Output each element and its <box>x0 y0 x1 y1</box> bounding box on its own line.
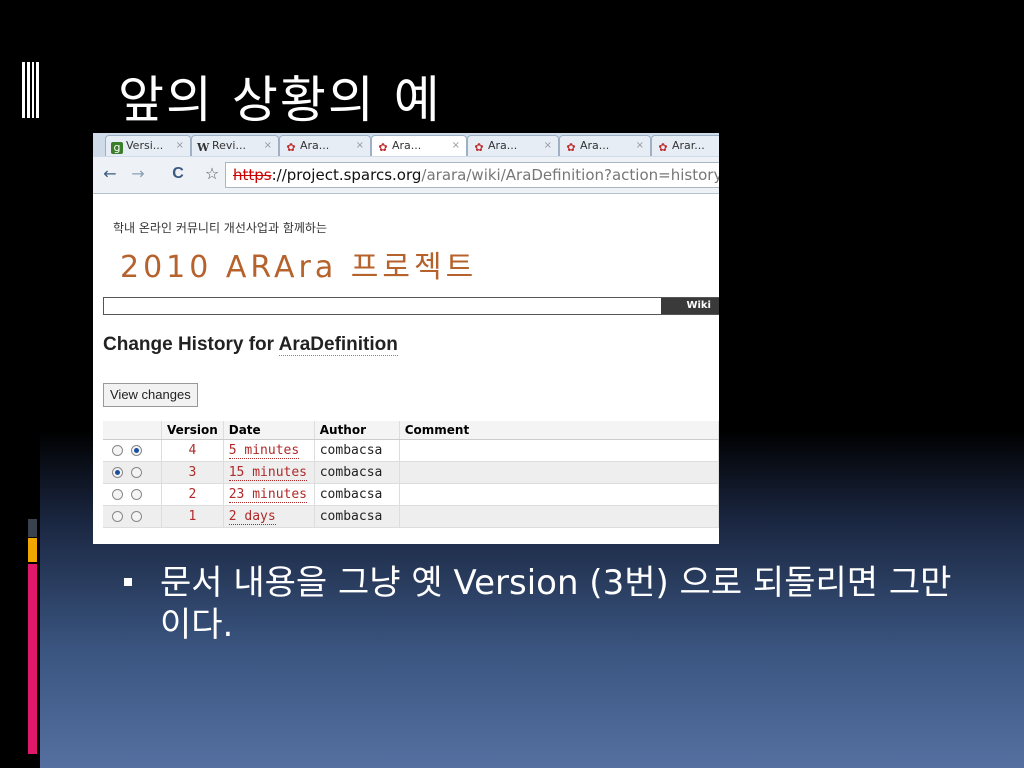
new-radio[interactable] <box>131 511 142 522</box>
author-cell: combacsa <box>314 483 400 506</box>
page-heading: Change History for AraDefinition <box>103 334 398 356</box>
browser-toolbar: ← → C ☆ https://project.sparcs.org/arara… <box>93 157 719 194</box>
slide: 앞의 상황의 예 g Versi... × W Revi... × ✿ Ara... × ✿… <box>0 0 1024 768</box>
web-page: 학내 온라인 커뮤니티 개선사업과 함께하는 2010 ARAra 프로젝트 W… <box>93 194 719 544</box>
close-icon[interactable]: × <box>176 136 184 156</box>
close-icon[interactable]: × <box>452 136 460 156</box>
radio-cell <box>103 439 162 462</box>
close-icon[interactable]: × <box>636 136 644 156</box>
heading-prefix: Change History for <box>103 334 279 355</box>
new-radio[interactable] <box>131 489 142 500</box>
comment-cell <box>399 439 719 462</box>
date-cell: 23 minutes <box>223 483 315 506</box>
site-tagline: 학내 온라인 커뮤니티 개선사업과 함께하는 <box>113 221 327 235</box>
date-link[interactable]: 2 days <box>228 509 276 525</box>
forward-button[interactable]: → <box>127 163 149 185</box>
close-icon[interactable]: × <box>264 136 272 156</box>
url-host: ://project.sparcs.org <box>271 166 422 184</box>
page-link[interactable]: AraDefinition <box>278 334 398 356</box>
accent-block-pink <box>28 564 37 754</box>
tab-label: Arar... <box>672 139 705 152</box>
comment-cell <box>399 461 719 484</box>
column-header: Version <box>161 421 224 440</box>
paw-icon: ✿ <box>474 141 484 154</box>
date-cell: 2 days <box>223 505 315 528</box>
date-cell: 15 minutes <box>223 461 315 484</box>
close-icon[interactable]: × <box>356 136 364 156</box>
bullet-text: 문서 내용을 그냥 옛 Version (3번) 으로 되돌리면 그만이다. <box>160 563 952 645</box>
browser-tab[interactable]: W Revi... × <box>191 135 279 156</box>
star-icon[interactable]: ☆ <box>201 163 223 185</box>
date-link[interactable]: 23 minutes <box>228 487 308 503</box>
wikipedia-icon: W <box>197 141 210 154</box>
decorative-stripes <box>22 62 44 118</box>
browser-tab[interactable]: ✿ Ara... × <box>279 135 371 156</box>
browser-tab[interactable]: ✿ Arar... <box>651 135 719 156</box>
browser-tab[interactable]: ✿ Ara... × <box>467 135 559 156</box>
date-cell: 5 minutes <box>223 439 315 462</box>
browser-screenshot: g Versi... × W Revi... × ✿ Ara... × ✿ Ara... × ✿… <box>93 133 719 544</box>
tab-label: Ara... <box>580 139 610 152</box>
table-row: 2 23 minutes combacsa <box>103 483 719 506</box>
tab-label: Revi... <box>212 139 246 152</box>
author-cell: combacsa <box>314 439 400 462</box>
comment-cell <box>399 483 719 506</box>
browser-tab-active[interactable]: ✿ Ara... × <box>371 135 467 156</box>
radio-cell <box>103 505 162 528</box>
paw-icon: ✿ <box>658 141 668 154</box>
version-link[interactable]: 1 <box>161 505 224 528</box>
comment-cell <box>399 505 719 528</box>
paw-icon: ✿ <box>378 141 388 154</box>
author-cell: combacsa <box>314 505 400 528</box>
wiki-tab[interactable]: Wiki <box>661 298 719 314</box>
new-radio[interactable] <box>131 445 142 456</box>
table-row: 1 2 days combacsa <box>103 505 719 528</box>
version-link[interactable]: 2 <box>161 483 224 506</box>
version-link[interactable]: 3 <box>161 461 224 484</box>
date-link[interactable]: 5 minutes <box>228 443 300 459</box>
slide-title: 앞의 상황의 예 <box>118 71 442 129</box>
accent-block-dark <box>28 519 37 537</box>
tab-label: Ara... <box>392 139 422 152</box>
tab-label: Versi... <box>126 139 164 152</box>
date-link[interactable]: 15 minutes <box>228 465 308 481</box>
tab-label: Ara... <box>488 139 518 152</box>
new-radio[interactable] <box>131 467 142 478</box>
address-bar[interactable]: https://project.sparcs.org/arara/wiki/Ar… <box>225 162 719 188</box>
column-header: Comment <box>399 421 719 440</box>
radio-cell <box>103 483 162 506</box>
table-row: 3 15 minutes combacsa <box>103 461 719 484</box>
url-scheme: https <box>233 166 272 184</box>
old-radio[interactable] <box>112 445 123 456</box>
version-link[interactable]: 4 <box>161 439 224 462</box>
close-icon[interactable]: × <box>544 136 552 156</box>
table-header-row: Version Date Author Comment <box>103 421 719 440</box>
back-button[interactable]: ← <box>99 163 121 185</box>
old-radio[interactable] <box>112 511 123 522</box>
browser-tab[interactable]: ✿ Ara... × <box>559 135 651 156</box>
view-changes-button[interactable]: View changes <box>103 383 198 407</box>
column-header: Date <box>223 421 315 440</box>
bullet-square-icon <box>124 578 132 586</box>
accent-block-yellow <box>28 538 37 562</box>
site-logo[interactable]: 2010 ARAra 프로젝트 <box>120 242 477 286</box>
history-table: Version Date Author Comment 4 5 minutes … <box>103 421 719 528</box>
old-radio[interactable] <box>112 467 123 478</box>
column-header: Author <box>314 421 400 440</box>
browser-tab[interactable]: g Versi... × <box>105 135 191 156</box>
tab-label: Ara... <box>300 139 330 152</box>
paw-icon: ✿ <box>566 141 576 154</box>
select-column-header <box>103 421 162 440</box>
reload-button[interactable]: C <box>167 163 189 185</box>
table-row: 4 5 minutes combacsa <box>103 439 719 462</box>
paw-icon: ✿ <box>286 141 296 154</box>
url-path: /arara/wiki/AraDefinition?action=history <box>421 166 719 184</box>
site-nav-bar: Wiki <box>103 297 719 315</box>
google-icon: g <box>111 142 123 154</box>
old-radio[interactable] <box>112 489 123 500</box>
author-cell: combacsa <box>314 461 400 484</box>
radio-cell <box>103 461 162 484</box>
browser-tab-strip: g Versi... × W Revi... × ✿ Ara... × ✿ Ara... × ✿… <box>93 133 719 158</box>
